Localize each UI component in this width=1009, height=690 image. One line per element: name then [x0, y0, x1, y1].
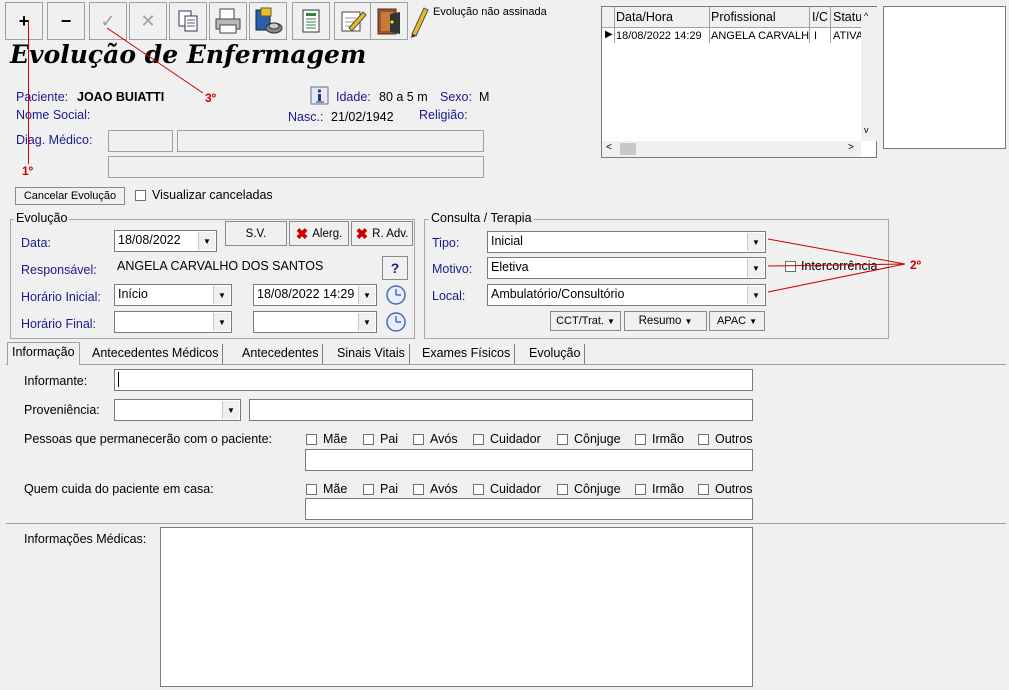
annotation-line-2b	[767, 263, 906, 267]
annotation-line-2a	[767, 238, 906, 265]
annotation-lines-svg	[106, 27, 906, 293]
annotation-line-3	[106, 27, 204, 94]
annotation-line-2c	[767, 263, 906, 293]
annotation-3: 3º	[205, 91, 217, 105]
annotation-2: 2º	[910, 258, 922, 272]
